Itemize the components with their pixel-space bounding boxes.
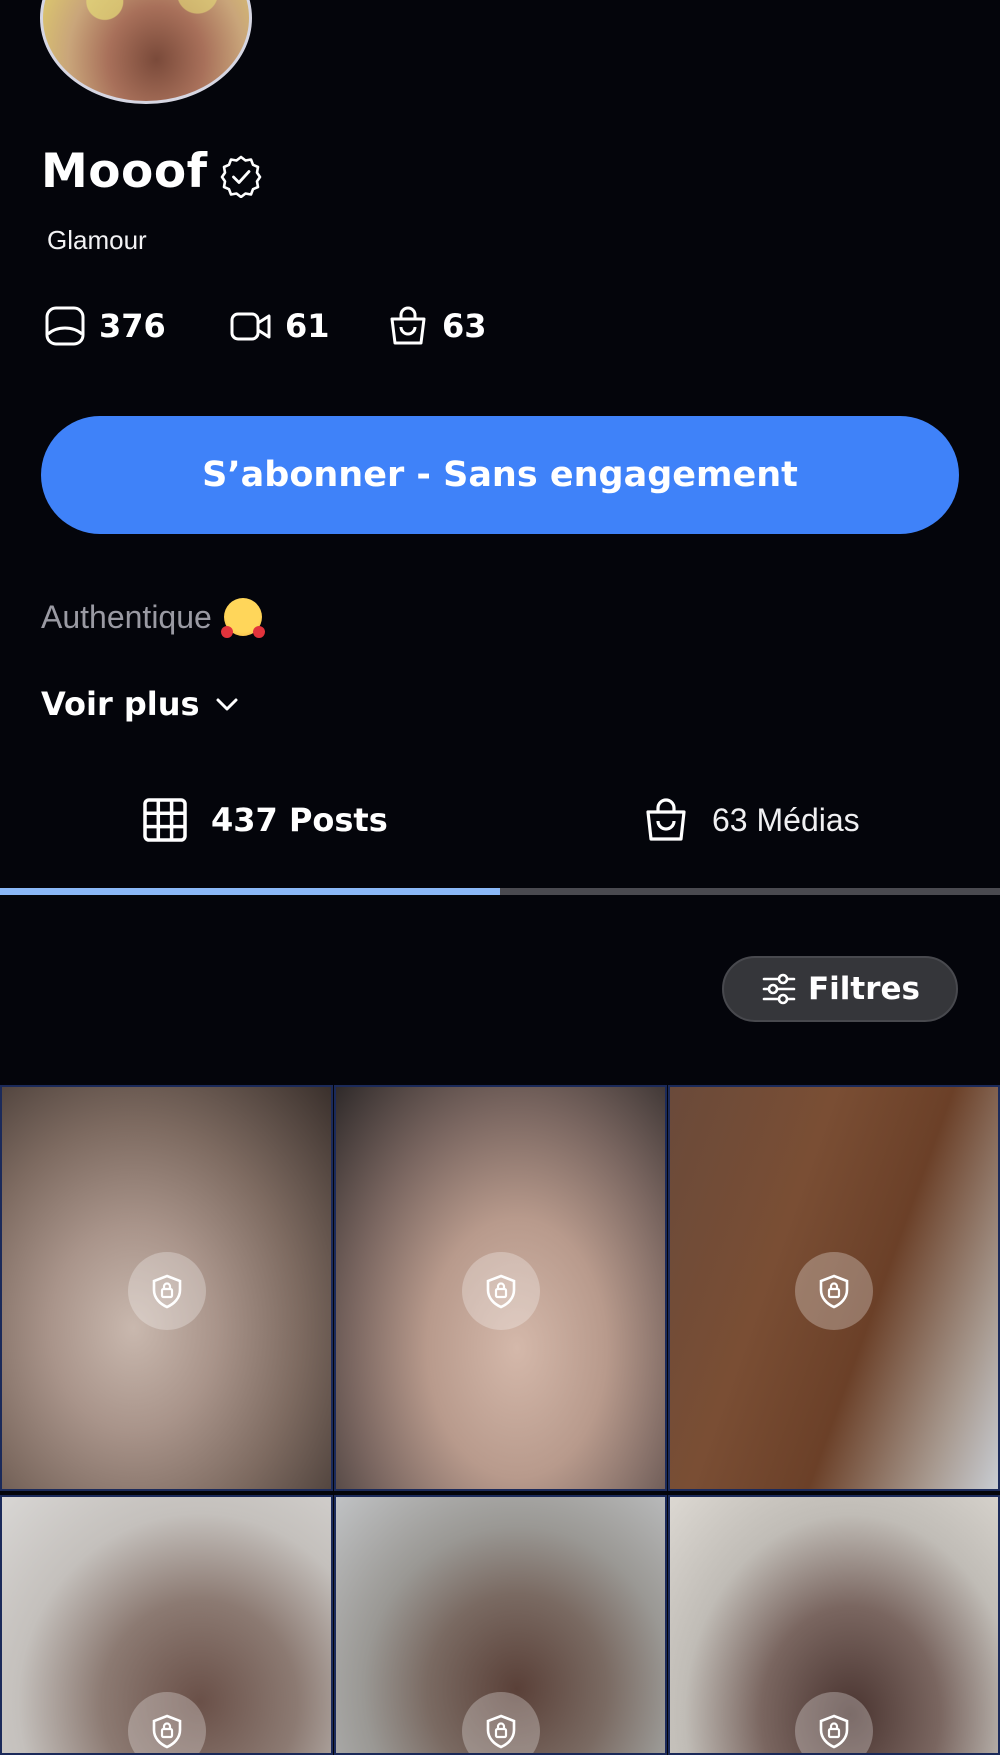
sliders-icon	[762, 973, 796, 1005]
profile-name: Mooof	[41, 144, 208, 199]
locked-post-tile[interactable]	[668, 1495, 1000, 1755]
shopping-bag-icon	[390, 306, 426, 345]
tab-medias[interactable]: 63 Médias	[642, 796, 860, 844]
locked-post-tile[interactable]	[0, 1085, 333, 1491]
subscribe-button[interactable]: S’abonner - Sans engagement	[41, 416, 959, 534]
profile-category: Glamour	[47, 225, 147, 255]
chevron-down-icon	[216, 698, 238, 711]
tab-indicator-active	[0, 888, 500, 895]
filters-button[interactable]: Filtres	[722, 956, 958, 1022]
bio-divider	[41, 658, 1000, 662]
see-more-label: Voir plus	[41, 685, 200, 723]
grid-icon	[143, 798, 187, 842]
profile-avatar[interactable]	[40, 0, 252, 104]
locked-post-tile[interactable]	[334, 1085, 667, 1491]
shopping-bag-icon	[646, 798, 686, 841]
profile-bio: Authentique	[41, 598, 265, 638]
stat-photos: 376	[43, 304, 166, 348]
profile-bio-text: Authentique	[41, 598, 212, 635]
tab-posts[interactable]: 437 Posts	[141, 796, 388, 844]
locked-post-tile[interactable]	[334, 1495, 667, 1755]
verified-badge-icon	[220, 155, 262, 198]
stat-videos-count: 61	[285, 307, 330, 345]
video-icon	[230, 312, 271, 341]
stat-medias-count: 63	[442, 307, 487, 345]
smiling-face-with-hearts-emoji-icon	[220, 598, 265, 638]
tab-medias-label: 63 Médias	[712, 801, 860, 838]
lock-shield-icon	[127, 1252, 206, 1330]
photo-icon	[45, 306, 85, 346]
stat-medias: 63	[386, 304, 487, 348]
see-more-button[interactable]: Voir plus	[41, 685, 242, 723]
stat-videos: 61	[229, 304, 330, 348]
stat-photos-count: 376	[99, 307, 166, 345]
lock-shield-icon	[795, 1252, 873, 1330]
lock-shield-icon	[461, 1252, 540, 1330]
tab-posts-label: 437 Posts	[211, 801, 388, 839]
filters-label: Filtres	[807, 971, 920, 1007]
locked-post-tile[interactable]	[0, 1495, 333, 1755]
locked-post-tile[interactable]	[668, 1085, 1000, 1491]
